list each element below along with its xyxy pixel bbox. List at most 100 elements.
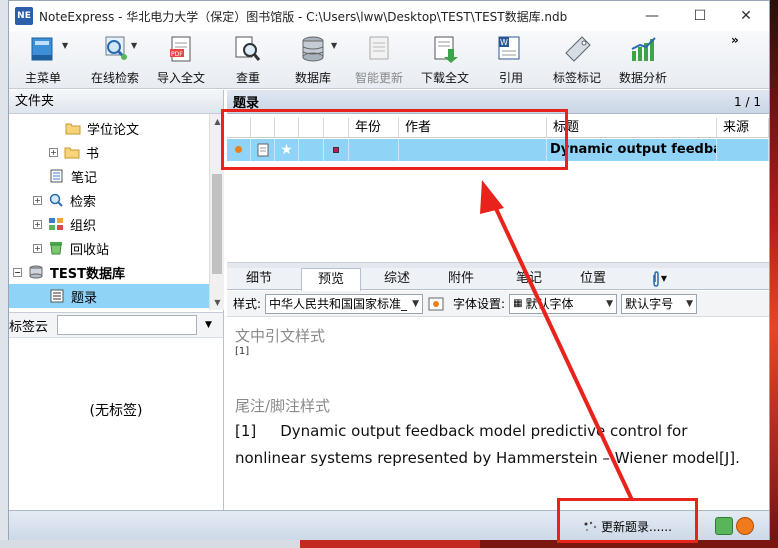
star-icon[interactable]: ★ [275, 139, 299, 161]
toolbar-overflow-button[interactable]: » [731, 33, 739, 47]
font-select[interactable]: ▦ 默认字体 ▼ [509, 293, 618, 314]
tree-item-organize[interactable]: + 组织 [33, 212, 96, 236]
folder-tree-scrollbar[interactable]: ▲ ▼ [209, 114, 224, 310]
stop-icon[interactable] [736, 517, 754, 535]
reference-line-1: Dynamic output feedback model predictive… [280, 422, 688, 440]
minimize-button[interactable]: — [629, 1, 675, 31]
duplicate-check-icon [233, 35, 263, 63]
database-dropdown-icon[interactable]: ▼ [331, 41, 337, 50]
reference-line-2: nonlinear systems represented by Hammers… [235, 449, 740, 467]
toolbar-tag-mark-button[interactable]: 标签标记 [553, 35, 601, 87]
font-size-select-value: 默认字号 [625, 297, 674, 311]
toolbar-label: 标签标记 [553, 71, 602, 85]
sync-ok-icon[interactable] [715, 517, 733, 535]
close-button[interactable]: ✕ [723, 1, 769, 31]
smart-update-icon [364, 35, 394, 63]
window-title: NoteExpress - 华北电力大学（保定）图书馆版 - C:\Users\… [39, 9, 568, 24]
font-icon: ▦ [513, 298, 523, 309]
tab-notes[interactable]: 笔记 [499, 268, 559, 290]
records-list-title: 题录 [233, 96, 260, 111]
toolbar-duplicate-check-button[interactable]: 查重 [233, 35, 263, 87]
download-fulltext-icon [430, 35, 460, 63]
tab-details[interactable]: 细节 [237, 268, 281, 290]
tag-cloud-label: 标签云 [9, 319, 49, 335]
expand-icon[interactable]: + [33, 219, 42, 229]
tree-item-test-database[interactable]: − TEST数据库 [13, 260, 125, 284]
column-header-year[interactable]: 年份 [349, 118, 399, 138]
column-header-priority[interactable] [275, 118, 299, 138]
tree-item-label: 题录 [71, 290, 98, 306]
footnote-style-label: 尾注/脚注样式 [235, 397, 331, 415]
column-header-attachment[interactable] [251, 118, 275, 138]
cell-title: Dynamic output feedba. [547, 139, 717, 161]
toolbar-data-analysis-button[interactable]: 数据分析 [619, 35, 667, 87]
expand-icon[interactable]: + [33, 195, 42, 205]
tabs-overflow-dropdown-icon[interactable]: ▼ [657, 268, 671, 290]
column-header-blank[interactable] [299, 118, 324, 138]
column-header-color-tag[interactable] [324, 118, 349, 138]
column-header-title[interactable]: 标题 [547, 118, 717, 138]
font-setting-label: 字体设置: [453, 297, 506, 311]
scrollbar-thumb[interactable] [212, 174, 222, 274]
toolbar-main-menu-button[interactable]: 主菜单 [25, 35, 61, 87]
expand-icon[interactable]: + [49, 147, 58, 157]
chevron-down-icon: ▼ [686, 298, 694, 309]
database-icon [29, 265, 43, 279]
cite-icon: W [496, 35, 526, 63]
data-analysis-icon [628, 35, 658, 63]
maximize-button[interactable]: ☐ [677, 1, 723, 31]
records-grid-header: 年份 作者 标题 来源 [227, 118, 769, 138]
folder-icon [64, 147, 80, 159]
cell-author [399, 139, 547, 161]
toolbar-import-fulltext-button[interactable]: PDF 导入全文 [157, 35, 205, 87]
column-header-source[interactable]: 来源 [717, 118, 769, 138]
column-header-read-status[interactable] [227, 118, 251, 138]
scroll-up-icon[interactable]: ▲ [210, 114, 225, 129]
expand-icon[interactable]: + [33, 243, 42, 253]
toolbar-label: 导入全文 [157, 71, 206, 85]
tree-item-records[interactable]: 题录 [9, 284, 209, 308]
tree-item-label: 书 [86, 146, 100, 162]
toolbar-label: 数据分析 [619, 71, 668, 85]
records-pane: 题录 1 / 1 年份 作者 标题 来源 ★ Dynamic output fe… [227, 90, 769, 510]
collapse-icon[interactable]: − [13, 267, 22, 277]
tree-item-thesis[interactable]: 学位论文 [65, 116, 139, 140]
desktop-background-bottom [0, 540, 778, 548]
scroll-down-icon[interactable]: ▼ [210, 295, 225, 310]
online-search-dropdown-icon[interactable]: ▼ [131, 41, 137, 50]
no-tags-text: (无标签) [89, 403, 143, 419]
tab-summary[interactable]: 综述 [369, 268, 425, 290]
svg-text:PDF: PDF [171, 51, 183, 58]
tab-attachments[interactable]: 附件 [433, 268, 489, 290]
style-manager-icon[interactable] [427, 295, 445, 313]
intext-citation-label: 文中引文样式 [235, 327, 326, 345]
toolbar-smart-update-button[interactable]: 智能更新 [355, 35, 403, 87]
toolbar-cite-button[interactable]: W 引用 [496, 35, 526, 87]
recycle-bin-icon [50, 242, 62, 255]
tree-item-label: 笔记 [71, 170, 98, 186]
tag-mark-icon [562, 35, 592, 63]
font-size-select[interactable]: 默认字号 ▼ [621, 293, 698, 314]
tree-item-book[interactable]: + 书 [49, 140, 99, 164]
toolbar-database-button[interactable]: 数据库 [295, 35, 331, 87]
cell-year [349, 139, 399, 161]
column-header-author[interactable]: 作者 [399, 118, 547, 138]
tree-item-recycle-bin[interactable]: + 回收站 [33, 236, 109, 260]
tag-cloud-input[interactable] [57, 315, 197, 335]
organize-icon [49, 218, 63, 230]
table-row[interactable]: ★ Dynamic output feedba. [227, 139, 769, 161]
online-search-icon [100, 35, 130, 63]
toolbar-download-fulltext-button[interactable]: 下载全文 [421, 35, 469, 87]
chevron-down-icon: ▼ [412, 298, 420, 309]
tag-cloud-bar: 标签云 ▼ [9, 312, 223, 338]
toolbar-label: 主菜单 [25, 71, 62, 85]
tag-cloud-dropdown-icon[interactable]: ▼ [205, 320, 212, 330]
tab-preview[interactable]: 预览 [301, 268, 361, 291]
tab-location[interactable]: 位置 [565, 268, 621, 290]
desktop-background-right [770, 0, 778, 548]
main-menu-dropdown-icon[interactable]: ▼ [62, 41, 68, 50]
tree-item-search[interactable]: + 检索 [33, 188, 96, 212]
style-select[interactable]: 中华人民共和国国家标准_ ▼ [265, 293, 424, 314]
preview-toolbar: 样式: 中华人民共和国国家标准_ ▼ 字体设置: ▦ 默认字体 ▼ 默认字号 ▼ [227, 291, 769, 317]
tree-item-notes[interactable]: 笔记 [49, 164, 97, 188]
